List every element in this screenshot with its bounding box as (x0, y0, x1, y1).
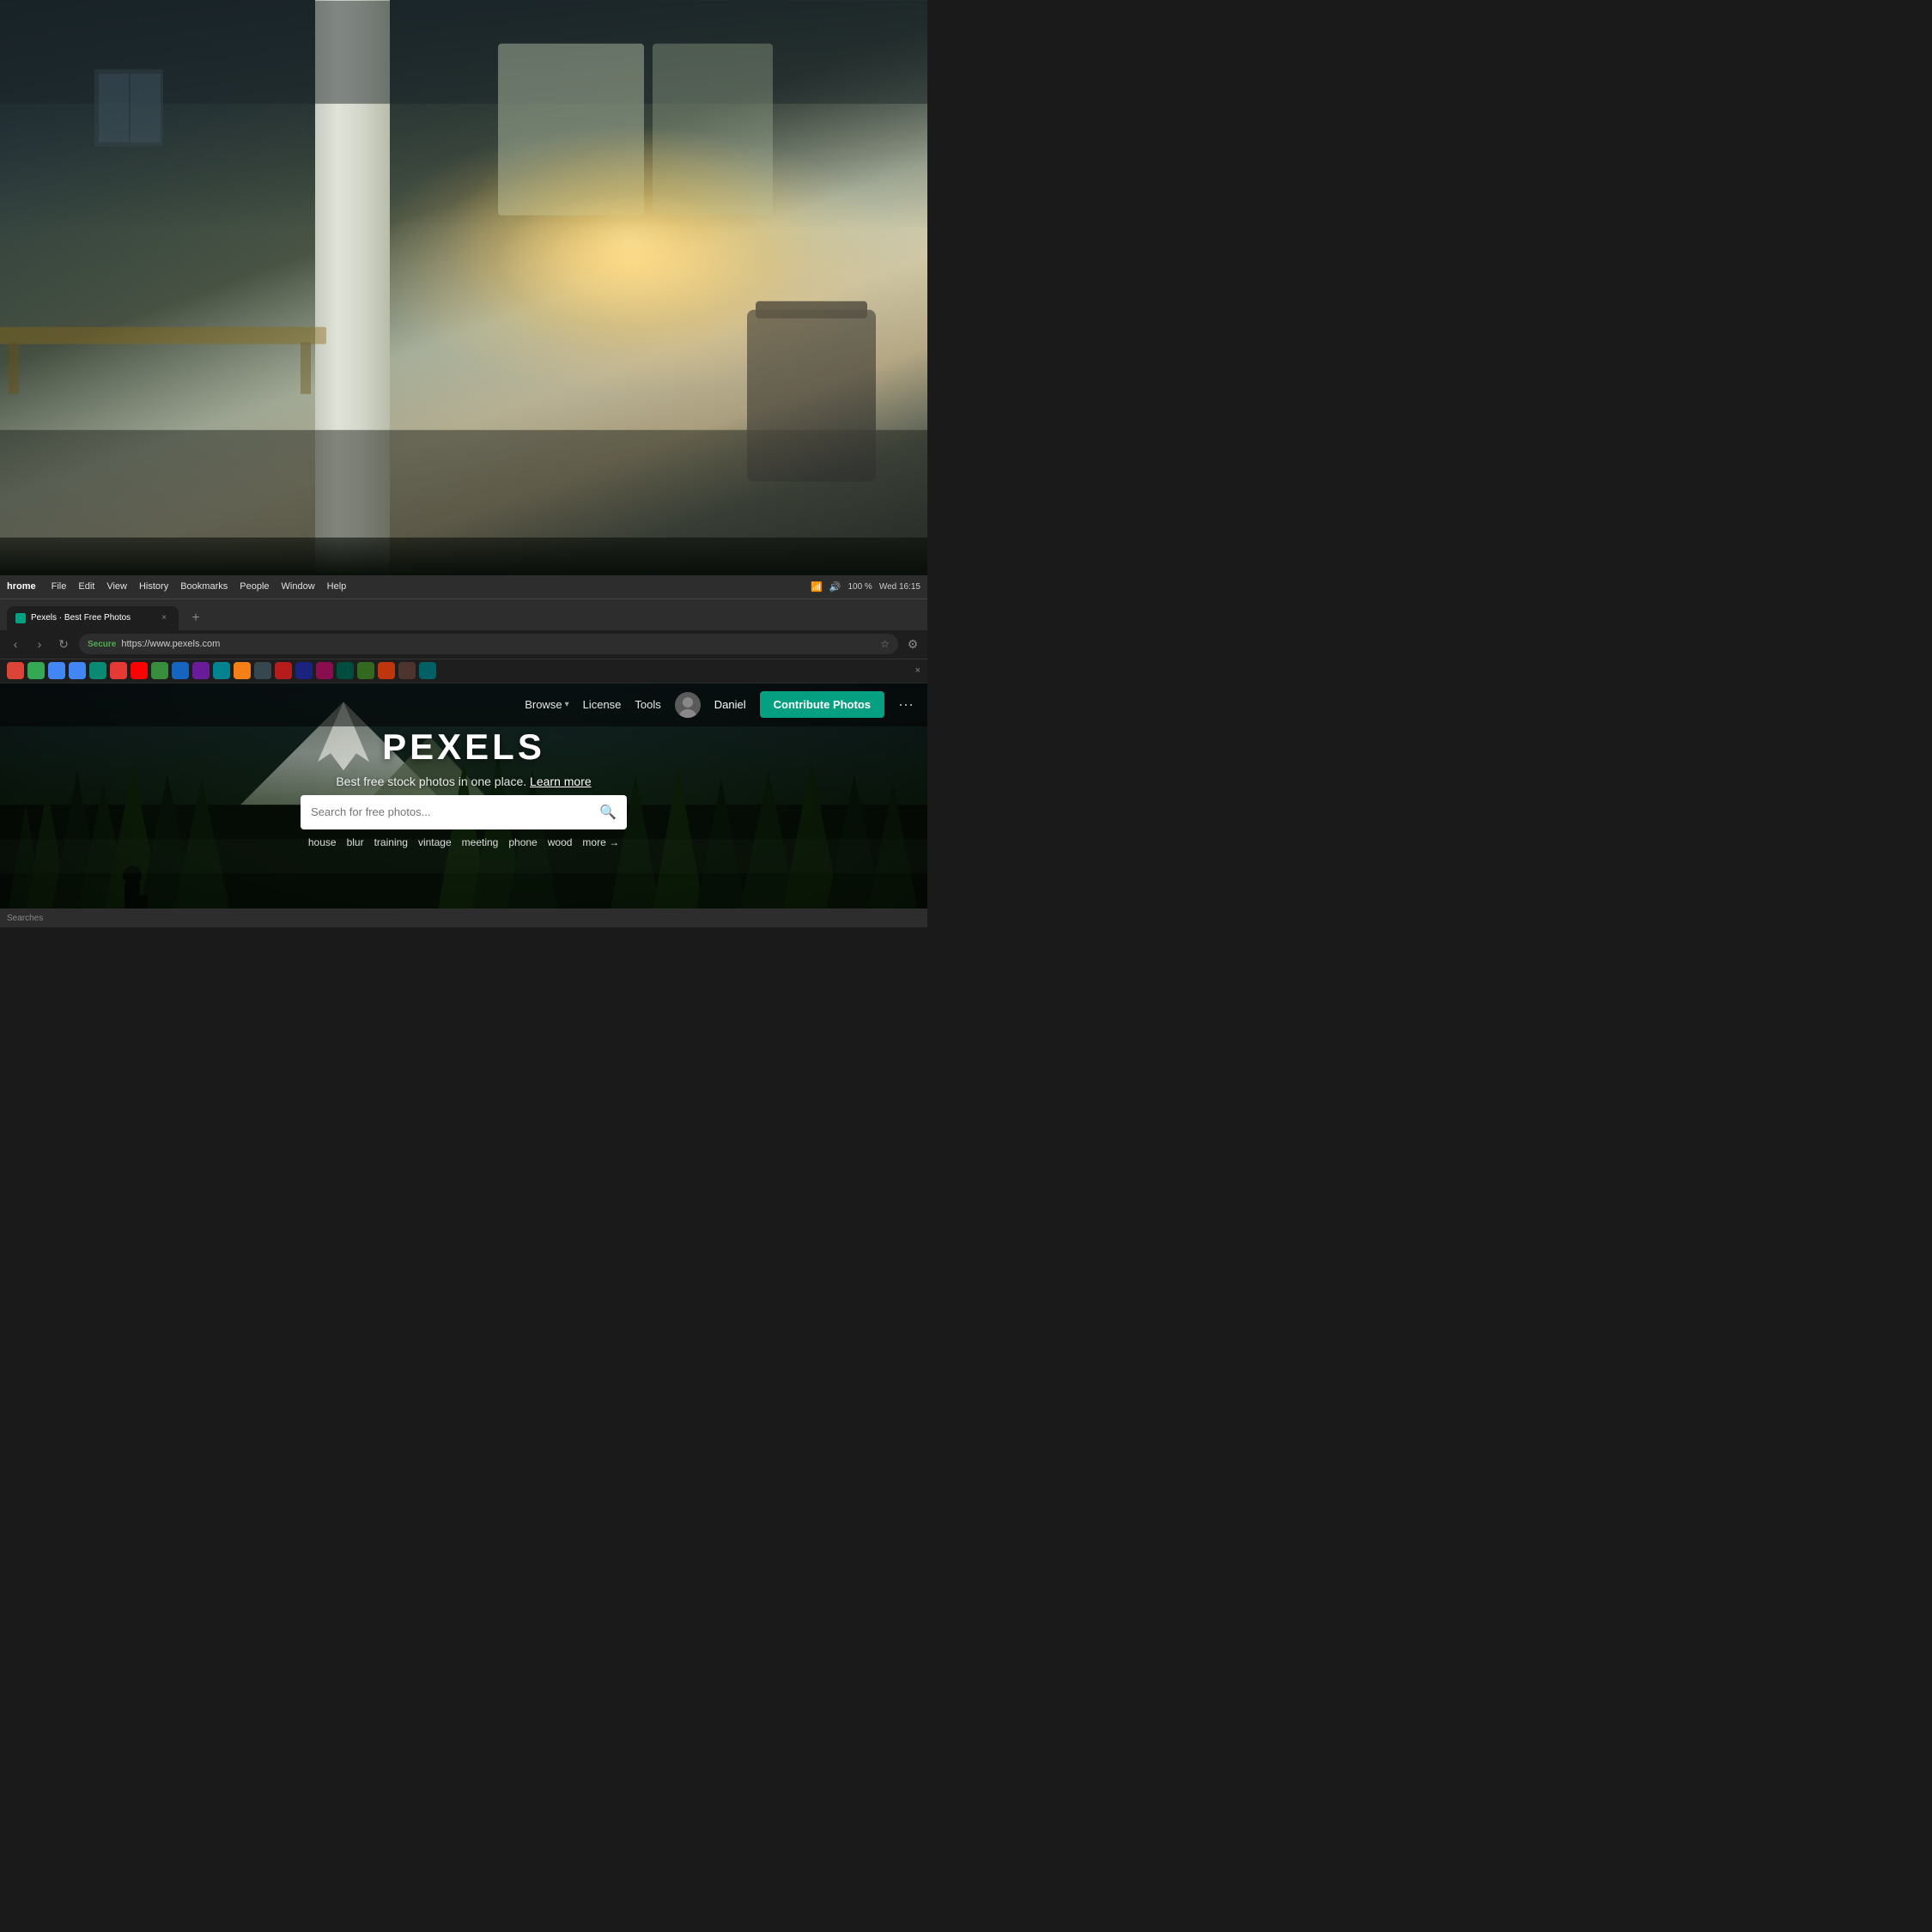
ext-16 (419, 662, 436, 679)
menu-bar: hrome File Edit View History Bookmarks P… (0, 575, 927, 599)
battery-level: 100 % (848, 582, 872, 592)
menu-view[interactable]: View (106, 581, 127, 592)
ext-12 (337, 662, 354, 679)
contribute-photos-button[interactable]: Contribute Photos (760, 691, 884, 718)
ext-drive (27, 662, 45, 679)
search-tags: house blur training vintage meeting phon… (308, 836, 619, 848)
ext-13 (357, 662, 374, 679)
ext-youtube (131, 662, 148, 679)
ext-todo (69, 662, 86, 679)
menu-file[interactable]: File (52, 581, 67, 592)
ext-gmail (7, 662, 24, 679)
url-bar[interactable]: Secure https://www.pexels.com ☆ (79, 634, 898, 654)
user-name: Daniel (714, 698, 746, 711)
user-avatar (675, 692, 701, 718)
tag-training[interactable]: training (374, 836, 408, 848)
ext-1 (89, 662, 106, 679)
address-bar: ‹ › ↻ Secure https://www.pexels.com ☆ ⚙ (0, 630, 927, 659)
screen-bezel (0, 538, 927, 574)
pexels-website: Browse ▾ License Tools Daniel Contribute… (0, 683, 927, 908)
browse-link[interactable]: Browse ▾ (525, 698, 568, 711)
clock: Wed 16:15 (879, 582, 920, 592)
status-text: Searches (7, 914, 43, 923)
office-background (0, 0, 927, 575)
learn-more-link[interactable]: Learn more (530, 775, 592, 788)
browser-shell: hrome File Edit View History Bookmarks P… (0, 575, 927, 927)
more-options-button[interactable]: ··· (898, 696, 914, 714)
tag-phone[interactable]: phone (508, 836, 537, 848)
search-icon[interactable]: 🔍 (599, 804, 617, 821)
extensions-bar: × (0, 659, 927, 683)
tag-house[interactable]: house (308, 836, 337, 848)
site-title: PEXELS (382, 726, 545, 768)
hero-subtitle: Best free stock photos in one place. Lea… (336, 775, 591, 788)
ext-2 (110, 662, 127, 679)
tab-close-button[interactable]: × (158, 612, 170, 624)
menu-window[interactable]: Window (282, 581, 315, 592)
menu-bar-items: File Edit View History Bookmarks People … (52, 581, 347, 592)
forward-button[interactable]: › (31, 635, 48, 653)
ext-10 (295, 662, 313, 679)
office-scene-svg (0, 0, 927, 575)
tools-link[interactable]: Tools (635, 698, 660, 711)
url-text: https://www.pexels.com (121, 639, 220, 649)
browser-tab-active[interactable]: Pexels · Best Free Photos × (7, 606, 179, 630)
ext-7 (234, 662, 251, 679)
ext-15 (398, 662, 416, 679)
hero-content: PEXELS Best free stock photos in one pla… (301, 726, 627, 848)
menu-edit[interactable]: Edit (78, 581, 94, 592)
url-bar-right: ☆ (880, 638, 890, 650)
tags-more[interactable]: more → (582, 836, 619, 848)
menu-bar-status: 📶 🔊 100 % Wed 16:15 (811, 581, 920, 592)
browser-app-name: hrome (7, 581, 36, 592)
tab-bar: Pexels · Best Free Photos × + (0, 599, 927, 630)
tab-favicon (15, 613, 26, 623)
menu-help[interactable]: Help (327, 581, 347, 592)
wifi-icon: 📶 (811, 581, 823, 592)
ext-9 (275, 662, 292, 679)
back-button[interactable]: ‹ (7, 635, 24, 653)
tag-vintage[interactable]: vintage (418, 836, 452, 848)
ext-close[interactable]: × (915, 665, 920, 676)
secure-badge: Secure (88, 640, 116, 649)
toolbar-icons: ⚙ (905, 636, 920, 652)
menu-bookmarks[interactable]: Bookmarks (180, 581, 228, 592)
ext-3 (151, 662, 168, 679)
browse-chevron: ▾ (565, 700, 569, 709)
new-tab-button[interactable]: + (184, 606, 208, 630)
search-input[interactable] (311, 805, 592, 818)
volume-icon: 🔊 (829, 581, 841, 592)
extensions-icon[interactable]: ⚙ (905, 636, 920, 652)
reload-button[interactable]: ↻ (55, 635, 72, 653)
ext-4 (172, 662, 189, 679)
menu-history[interactable]: History (139, 581, 168, 592)
ext-11 (316, 662, 333, 679)
tab-title: Pexels · Best Free Photos (31, 613, 131, 623)
ext-8 (254, 662, 271, 679)
ext-14 (378, 662, 395, 679)
ext-6 (213, 662, 230, 679)
tag-wood[interactable]: wood (548, 836, 573, 848)
browser-status-bar: Searches (0, 908, 927, 927)
search-box[interactable]: 🔍 (301, 795, 627, 829)
tag-meeting[interactable]: meeting (462, 836, 499, 848)
avatar-svg (675, 692, 701, 718)
tag-blur[interactable]: blur (347, 836, 364, 848)
ext-5 (192, 662, 210, 679)
menu-people[interactable]: People (240, 581, 269, 592)
license-link[interactable]: License (583, 698, 622, 711)
ext-calendar (48, 662, 65, 679)
star-icon[interactable]: ☆ (880, 638, 890, 650)
pexels-navbar: Browse ▾ License Tools Daniel Contribute… (0, 683, 927, 726)
